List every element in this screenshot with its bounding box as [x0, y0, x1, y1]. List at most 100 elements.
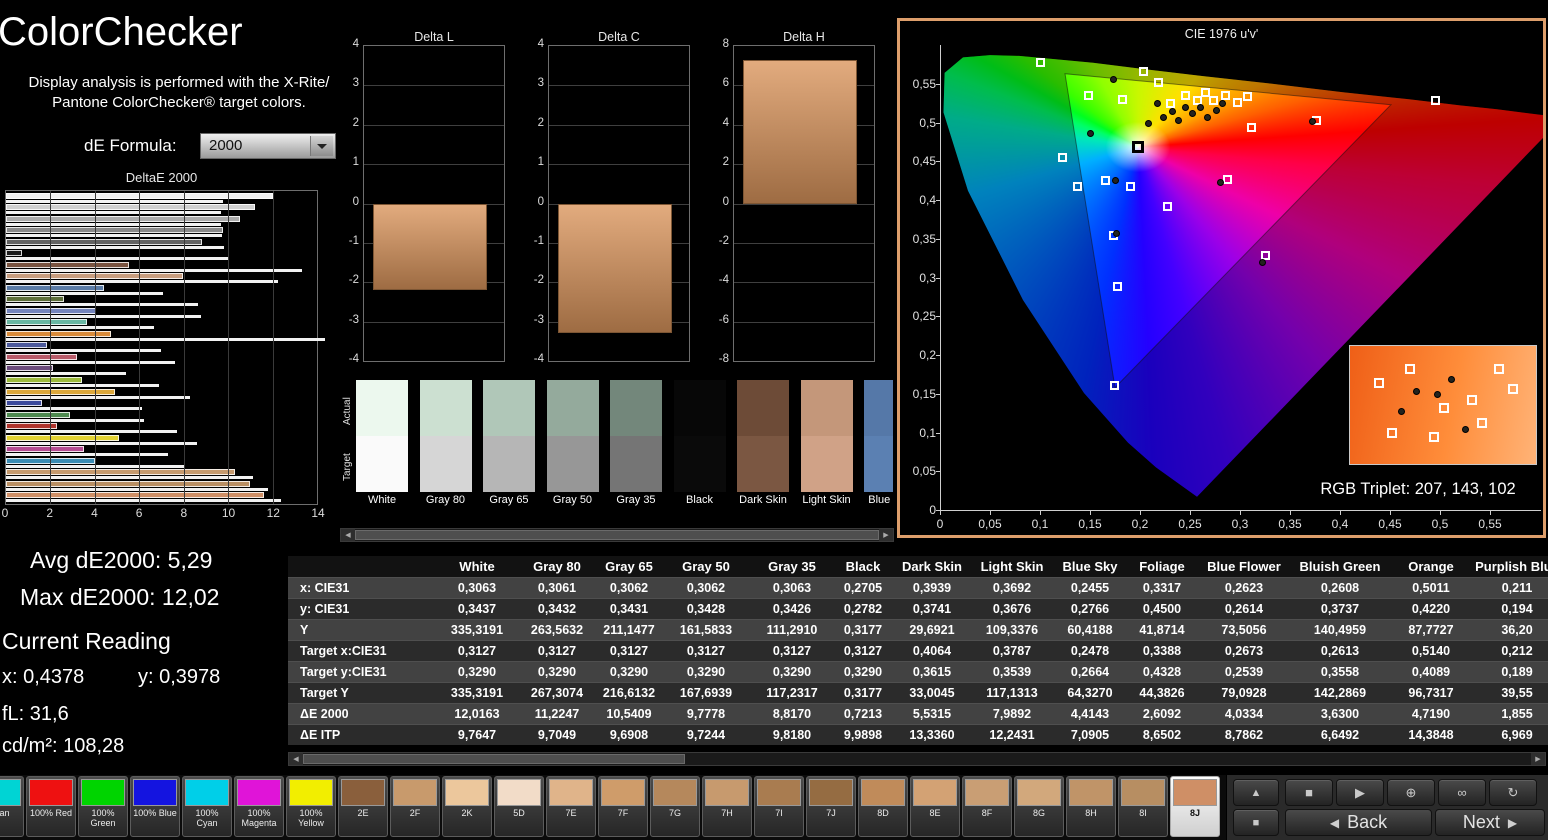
swatch-actual	[420, 380, 472, 436]
table-cell: 7,0905	[1054, 725, 1126, 746]
table-cell: 0,2613	[1290, 641, 1390, 662]
de-formula-select[interactable]: 2000	[200, 133, 336, 159]
table-row-label: Target x:CIE31	[288, 641, 438, 662]
cie-target-marker	[1058, 153, 1067, 162]
cie-measurement-marker	[1112, 177, 1119, 184]
table-row-label: ΔE 2000	[288, 704, 438, 725]
patch-button-100-red[interactable]: 100% Red	[26, 776, 76, 837]
patch-swatch	[133, 779, 177, 806]
patch-button-8h[interactable]: 8H	[1066, 776, 1116, 837]
patch-button-100-blue[interactable]: 100% Blue	[130, 776, 180, 837]
patch-button-2f[interactable]: 2F	[390, 776, 440, 837]
table-cell: 111,2910	[752, 620, 832, 641]
cie-y-tick-label: 0,15	[902, 387, 936, 401]
patch-button-2e[interactable]: 2E	[338, 776, 388, 837]
deltae-bar-group	[6, 446, 317, 456]
cie-measurement-marker	[1189, 110, 1196, 117]
patch-label: 8D	[859, 808, 907, 818]
deltae-bar-group	[6, 377, 317, 387]
cie-target-marker	[1431, 96, 1440, 105]
play-button[interactable]: ▶	[1336, 779, 1384, 806]
delta-gridline	[734, 282, 874, 283]
patch-button-7f[interactable]: 7F	[598, 776, 648, 837]
deltae-axis-label: 2	[40, 506, 60, 520]
deltae-bar-deitp	[6, 453, 168, 456]
table-row: Target y:CIE310,32900,32900,32900,32900,…	[288, 662, 1548, 683]
patch-button-8j[interactable]: 8J	[1170, 776, 1220, 837]
deltae-bar-group	[6, 285, 317, 295]
table-cell: 0,2539	[1198, 662, 1290, 683]
cie-target-marker	[1036, 58, 1045, 67]
table-cell: 5,5315	[894, 704, 970, 725]
target-button[interactable]: ⊕	[1387, 779, 1435, 806]
max-de2000: Max dE2000: 12,02	[20, 584, 219, 611]
patch-swatch	[809, 779, 853, 806]
next-button[interactable]: Next ▶	[1435, 809, 1545, 836]
patch-button-8e[interactable]: 8E	[910, 776, 960, 837]
cie-measurement-marker	[1154, 100, 1161, 107]
cie-y-tick	[936, 84, 940, 85]
cie-y-tick-label: 0,25	[902, 309, 936, 323]
patch-button-100-yellow[interactable]: 100% Yellow	[286, 776, 336, 837]
display-button[interactable]: ■	[1233, 809, 1279, 836]
patch-button-7g[interactable]: 7G	[650, 776, 700, 837]
avg-de2000: Avg dE2000: 5,29	[30, 547, 212, 574]
delta-axis-label: 1	[331, 156, 359, 168]
cie-y-tick-label: 0,45	[902, 154, 936, 168]
cie-target-marker	[1084, 91, 1093, 100]
patch-button-8d[interactable]: 8D	[858, 776, 908, 837]
deltae-bar-deitp	[6, 372, 126, 375]
eject-button[interactable]: ▲	[1233, 779, 1279, 806]
table-cell: 0,3063	[752, 578, 832, 599]
table-scroll-thumb[interactable]	[303, 754, 685, 764]
cie-measurement-marker	[1259, 259, 1266, 266]
back-button[interactable]: ◀ Back	[1285, 809, 1432, 836]
patch-button-8f[interactable]: 8F	[962, 776, 1012, 837]
patch-button-100-cyan[interactable]: 100% Cyan	[182, 776, 232, 837]
table-cell: 0,3063	[438, 578, 516, 599]
patch-button-7j[interactable]: 7J	[806, 776, 856, 837]
patch-button-7i[interactable]: 7I	[754, 776, 804, 837]
table-row-label: y: CIE31	[288, 599, 438, 620]
table-cell: 0,3539	[970, 662, 1054, 683]
deltae-bar-group	[6, 365, 317, 375]
scroll-right-icon[interactable]: ▶	[1531, 753, 1545, 765]
patch-button-8g[interactable]: 8G	[1014, 776, 1064, 837]
patch-button-100-magenta[interactable]: 100% Magenta	[234, 776, 284, 837]
table-scrollbar[interactable]: ◀ ▶	[288, 752, 1546, 766]
delta-chart-delta-h: Delta H86420-2-4-6-8	[733, 20, 875, 380]
scroll-left-icon[interactable]: ◀	[341, 529, 355, 541]
patch-button-100-green[interactable]: 100% Green	[78, 776, 128, 837]
table-cell: 9,8180	[752, 725, 832, 746]
cie-target-marker	[1209, 96, 1218, 105]
patch-button-8i[interactable]: 8I	[1118, 776, 1168, 837]
stop-button[interactable]: ■	[1285, 779, 1333, 806]
patch-button-7e[interactable]: 7E	[546, 776, 596, 837]
swatch-scroll-thumb[interactable]	[355, 530, 879, 540]
scroll-right-icon[interactable]: ▶	[879, 529, 893, 541]
deltae-gridline	[95, 191, 96, 504]
loop-button[interactable]: ↻	[1489, 779, 1537, 806]
swatch-label: Blue Sky	[858, 494, 893, 506]
inset-target-marker	[1439, 403, 1449, 413]
patch-button-5d[interactable]: 5D	[494, 776, 544, 837]
swatch-target	[801, 436, 853, 492]
inset-measurement-marker	[1462, 426, 1469, 433]
patch-button-cyan[interactable]: Cyan	[0, 776, 24, 837]
table-cell: 79,0928	[1198, 683, 1290, 704]
table-cell: 0,189	[1472, 662, 1548, 683]
swatch-actual	[864, 380, 893, 436]
swatch-scrollbar[interactable]: ◀ ▶	[340, 528, 894, 542]
scroll-left-icon[interactable]: ◀	[289, 753, 303, 765]
next-label: Next	[1463, 812, 1500, 833]
patch-button-2k[interactable]: 2K	[442, 776, 492, 837]
swatch-label: Dark Skin	[731, 494, 795, 506]
cie-x-tick	[1190, 511, 1191, 515]
patch-button-7h[interactable]: 7H	[702, 776, 752, 837]
delta-chart-delta-c: Delta C43210-1-2-3-4	[548, 20, 690, 380]
table-cell: 39,55	[1472, 683, 1548, 704]
deltae-bar-group	[6, 273, 317, 283]
table-cell: 117,1313	[970, 683, 1054, 704]
infinity-button[interactable]: ∞	[1438, 779, 1486, 806]
table-column-header: Blue Flower	[1198, 556, 1290, 578]
